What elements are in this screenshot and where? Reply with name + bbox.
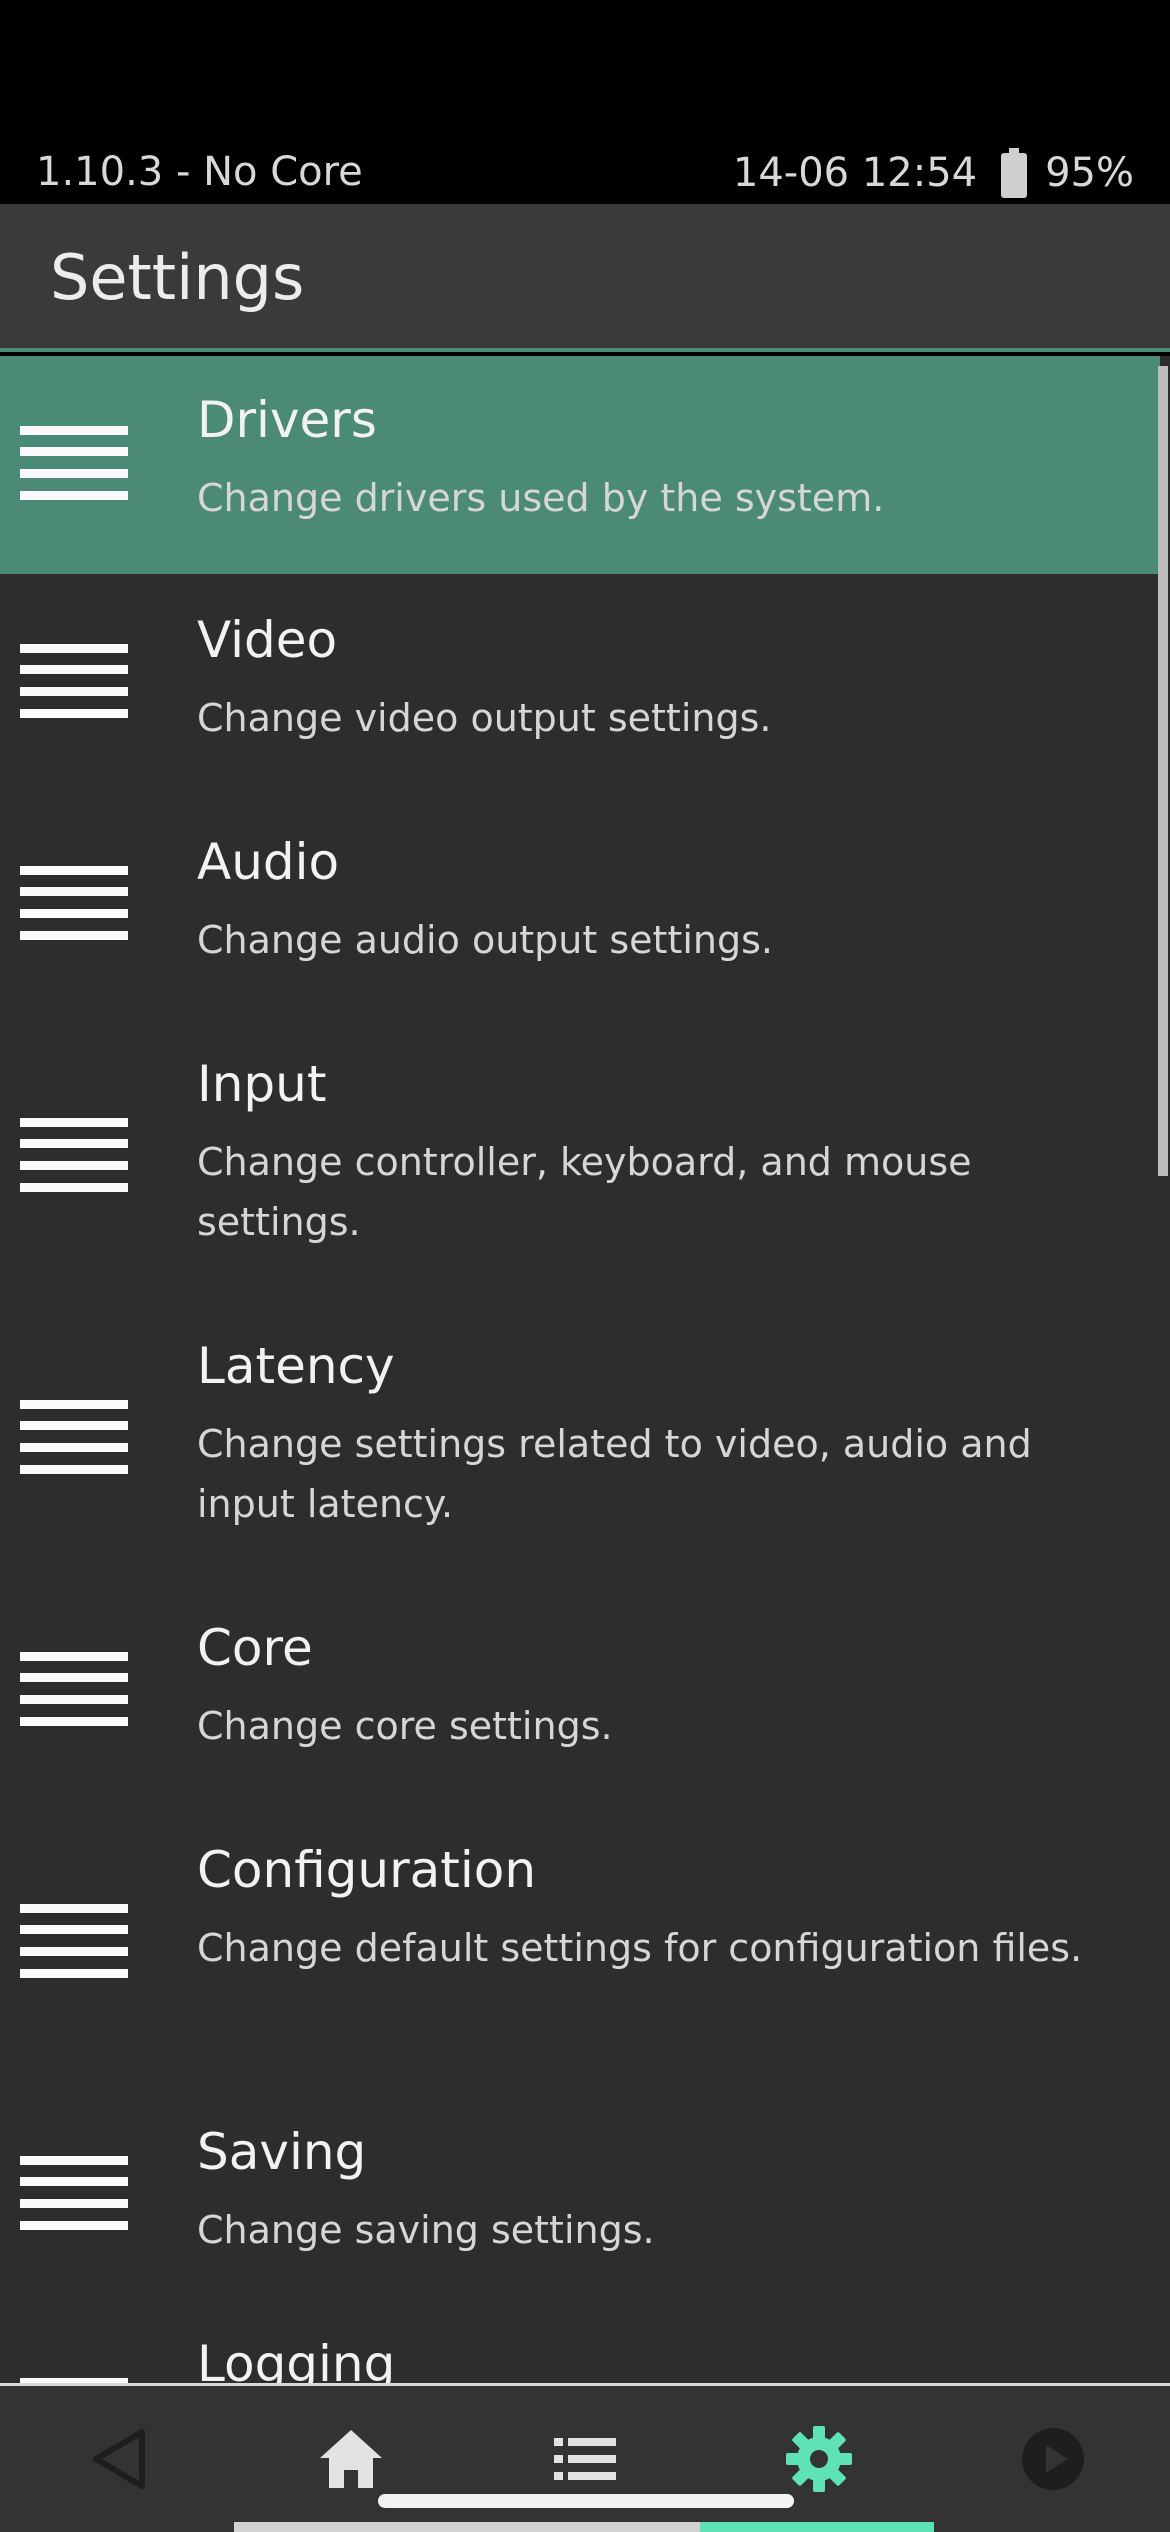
- settings-item-title: Logging: [197, 2335, 396, 2384]
- settings-item-description: Change core settings.: [197, 1704, 613, 1748]
- status-right-group: 14-06 12:54 95%: [733, 148, 1134, 198]
- gesture-handle[interactable]: [378, 2494, 794, 2508]
- settings-item-title: Saving: [197, 2123, 367, 2181]
- settings-item-title: Core: [197, 1619, 313, 1677]
- settings-item-logging[interactable]: Logging: [0, 2308, 1160, 2384]
- scrollbar[interactable]: [1158, 366, 1168, 1176]
- settings-item-title: Video: [197, 611, 338, 669]
- back-triangle-icon[interactable]: [84, 2424, 154, 2494]
- settings-item-audio[interactable]: Audio Change audio output settings.: [0, 796, 1160, 1018]
- hamburger-icon: [20, 1400, 128, 1474]
- settings-item-title: Input: [197, 1055, 327, 1113]
- settings-item-description: Change drivers used by the system.: [197, 476, 885, 520]
- settings-item-title: Drivers: [197, 391, 377, 449]
- settings-list[interactable]: Drivers Change drivers used by the syste…: [0, 356, 1170, 2384]
- list-icon[interactable]: [550, 2424, 620, 2494]
- gear-icon[interactable]: [784, 2424, 854, 2494]
- settings-item-saving[interactable]: Saving Change saving settings.: [0, 2086, 1160, 2308]
- home-icon[interactable]: [316, 2424, 386, 2494]
- app-version-status: 1.10.3 - No Core: [36, 149, 363, 195]
- status-bar: 1.10.3 - No Core 14-06 12:54 95%: [0, 0, 1170, 204]
- settings-item-description: Change settings related to video, audio …: [197, 1422, 1032, 1526]
- settings-item-core[interactable]: Core Change core settings.: [0, 1582, 1160, 1804]
- bottom-navigation: [0, 2386, 1170, 2532]
- settings-item-title: Audio: [197, 833, 340, 891]
- page-title: Settings: [50, 241, 305, 314]
- hamburger-icon: [20, 644, 128, 718]
- settings-item-input[interactable]: Input Change controller, keyboard, and m…: [0, 1018, 1160, 1300]
- settings-item-configuration[interactable]: Configuration Change default settings fo…: [0, 1804, 1160, 2086]
- settings-item-description: Change default settings for configuratio…: [197, 1926, 1083, 1970]
- battery-icon: [1001, 148, 1028, 198]
- settings-item-description: Change video output settings.: [197, 696, 772, 740]
- settings-item-video[interactable]: Video Change video output settings.: [0, 574, 1160, 796]
- settings-item-drivers[interactable]: Drivers Change drivers used by the syste…: [0, 356, 1160, 574]
- hamburger-icon: [20, 426, 128, 500]
- battery-percent: 95%: [1045, 150, 1134, 196]
- play-icon[interactable]: [1018, 2424, 1088, 2494]
- active-tab-indicator: [234, 2522, 934, 2532]
- hamburger-icon: [20, 1904, 128, 1978]
- settings-item-title: Configuration: [197, 1841, 537, 1899]
- app-header: Settings: [0, 204, 1170, 352]
- date-time: 14-06 12:54: [732, 150, 978, 196]
- hamburger-icon: [20, 866, 128, 940]
- hamburger-icon: [20, 1652, 128, 1726]
- settings-item-latency[interactable]: Latency Change settings related to video…: [0, 1300, 1160, 1582]
- hamburger-icon: [20, 1118, 128, 1192]
- settings-item-title: Latency: [197, 1337, 395, 1395]
- settings-item-description: Change audio output settings.: [197, 918, 773, 962]
- settings-item-description: Change saving settings.: [197, 2208, 655, 2252]
- hamburger-icon: [20, 2156, 128, 2230]
- settings-item-description: Change controller, keyboard, and mouse s…: [197, 1140, 972, 1244]
